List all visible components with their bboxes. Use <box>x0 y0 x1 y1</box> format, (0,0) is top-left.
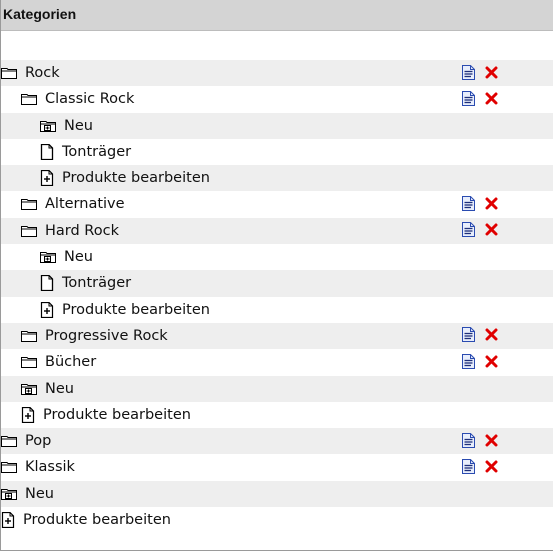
tree-row-buecher: Bücher <box>1 349 553 375</box>
folder-icon <box>21 329 37 343</box>
edit-document-icon[interactable] <box>462 64 475 80</box>
tree-row-produkte-bearbeiten: Produkte bearbeiten <box>1 297 553 323</box>
tree-row-label: Tonträger <box>62 143 132 160</box>
edit-products-icon <box>1 512 15 529</box>
row-actions <box>462 89 498 107</box>
edit-document-icon[interactable] <box>462 432 475 448</box>
category-link-progressive-rock[interactable]: Progressive Rock <box>21 323 168 349</box>
tree-row-neu: Neu <box>1 375 553 402</box>
tree-row-label: Neu <box>45 380 74 397</box>
action-link-tontraeger[interactable]: Tonträger <box>40 139 131 165</box>
folder-add-icon <box>1 487 17 501</box>
folder-icon <box>21 224 37 238</box>
category-link-hard-rock[interactable]: Hard Rock <box>21 218 119 244</box>
row-actions <box>462 352 498 370</box>
action-link-tontraeger[interactable]: Tonträger <box>40 270 131 296</box>
tree-row-label: Tonträger <box>62 275 132 292</box>
tree-row-label: Neu <box>64 117 93 134</box>
tree-row-label: Alternative <box>45 196 125 213</box>
tree-row-produkte-bearbeiten: Produkte bearbeiten <box>1 507 553 533</box>
tree-row-produkte-bearbeiten: Produkte bearbeiten <box>1 165 553 192</box>
folder-add-icon <box>21 382 37 396</box>
folder-add-icon <box>40 250 56 264</box>
category-link-klassik[interactable]: Klassik <box>1 454 75 480</box>
tree-row-alternative: Alternative <box>1 191 553 217</box>
row-actions <box>462 431 498 449</box>
row-actions <box>462 221 498 239</box>
tree-row-neu: Neu <box>1 244 553 270</box>
delete-icon[interactable] <box>485 328 498 341</box>
tree-row-label: Neu <box>25 485 54 502</box>
category-link-classic-rock[interactable]: Classic Rock <box>21 86 134 112</box>
document-icon <box>40 275 54 292</box>
delete-icon[interactable] <box>485 197 498 210</box>
category-tree: Rock Classic Rock Neu Tonträger Produkte bea… <box>1 60 553 533</box>
action-link-produkte-bearbeiten[interactable]: Produkte bearbeiten <box>40 297 210 323</box>
tree-row-label: Produkte bearbeiten <box>62 170 210 187</box>
delete-icon[interactable] <box>485 66 498 79</box>
delete-icon[interactable] <box>485 434 498 447</box>
action-link-produkte-bearbeiten[interactable]: Produkte bearbeiten <box>1 507 171 533</box>
category-link-buecher[interactable]: Bücher <box>21 349 96 375</box>
edit-products-icon <box>40 170 54 187</box>
tree-row-neu: Neu <box>1 112 553 139</box>
tree-row-label: Klassik <box>25 459 75 476</box>
edit-document-icon[interactable] <box>462 90 475 106</box>
tree-row-label: Classic Rock <box>45 91 135 108</box>
action-link-produkte-bearbeiten[interactable]: Produkte bearbeiten <box>40 165 210 191</box>
edit-document-icon[interactable] <box>462 222 475 238</box>
edit-document-icon[interactable] <box>462 353 475 369</box>
row-actions <box>462 457 498 475</box>
action-link-neu[interactable]: Neu <box>40 244 93 270</box>
category-link-rock[interactable]: Rock <box>1 60 60 86</box>
row-actions <box>462 194 498 212</box>
category-link-alternative[interactable]: Alternative <box>21 191 125 217</box>
tree-row-pop: Pop <box>1 428 553 455</box>
tree-row-tontraeger: Tonträger <box>1 139 553 165</box>
edit-document-icon[interactable] <box>462 458 475 474</box>
folder-icon <box>21 355 37 369</box>
tree-row-label: Neu <box>64 249 93 266</box>
row-actions <box>462 63 498 81</box>
row-actions <box>462 326 498 344</box>
document-icon <box>40 143 54 160</box>
edit-products-icon <box>21 406 35 423</box>
action-link-neu[interactable]: Neu <box>40 113 93 139</box>
tree-row-label: Produkte bearbeiten <box>23 512 171 529</box>
folder-icon <box>21 197 37 211</box>
action-link-neu[interactable]: Neu <box>21 376 74 402</box>
tree-row-rock: Rock <box>1 60 553 87</box>
edit-products-icon <box>40 301 54 318</box>
tree-row-progressive-rock: Progressive Rock <box>1 322 553 350</box>
tree-row-klassik: Klassik <box>1 454 553 480</box>
tree-row-label: Produkte bearbeiten <box>62 301 210 318</box>
tree-row-label: Pop <box>25 433 52 450</box>
folder-icon <box>21 92 37 106</box>
delete-icon[interactable] <box>485 355 498 368</box>
tree-row-label: Hard Rock <box>45 222 119 239</box>
categories-panel: Kategorien Rock Classic Rock Neu Tonträger P… <box>0 0 553 551</box>
tree-row-hard-rock: Hard Rock <box>1 217 553 245</box>
delete-icon[interactable] <box>485 223 498 236</box>
tree-row-classic-rock: Classic Rock <box>1 86 553 112</box>
category-link-pop[interactable]: Pop <box>1 428 51 454</box>
tree-row-neu: Neu <box>1 480 553 508</box>
tree-row-label: Produkte bearbeiten <box>43 406 191 423</box>
edit-document-icon[interactable] <box>462 195 475 211</box>
folder-icon <box>1 460 17 474</box>
delete-icon[interactable] <box>485 460 498 473</box>
panel-title: Kategorien <box>1 0 553 31</box>
tree-row-tontraeger: Tonträger <box>1 270 553 297</box>
action-link-produkte-bearbeiten[interactable]: Produkte bearbeiten <box>21 402 191 428</box>
tree-row-produkte-bearbeiten: Produkte bearbeiten <box>1 402 553 428</box>
edit-document-icon[interactable] <box>462 327 475 343</box>
folder-icon <box>1 66 17 80</box>
delete-icon[interactable] <box>485 92 498 105</box>
tree-row-label: Bücher <box>45 354 97 371</box>
folder-icon <box>1 434 17 448</box>
action-link-neu[interactable]: Neu <box>1 481 54 507</box>
tree-row-label: Rock <box>25 65 60 81</box>
tree-row-label: Progressive Rock <box>45 327 168 344</box>
folder-add-icon <box>40 119 56 133</box>
